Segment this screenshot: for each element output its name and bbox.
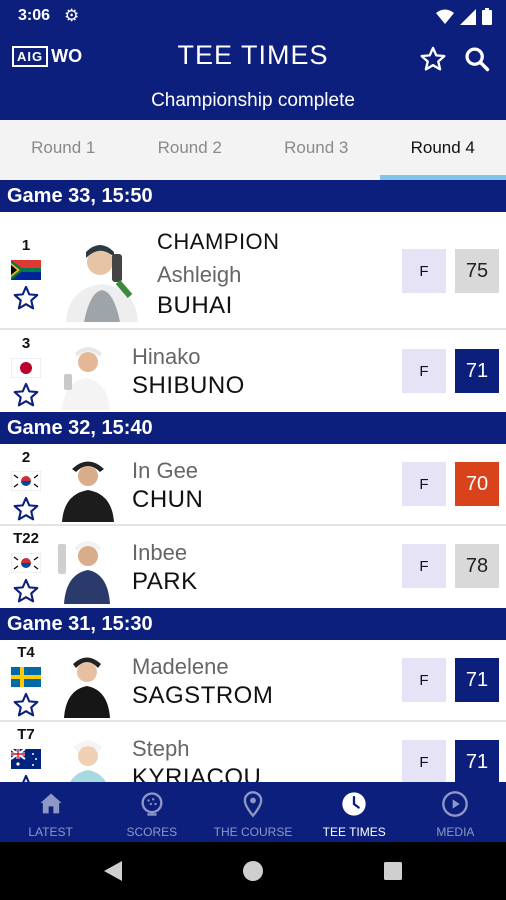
player-photo bbox=[62, 461, 114, 522]
nav-scores[interactable]: SCORES bbox=[101, 782, 202, 842]
nav-latest-label: LATEST bbox=[28, 825, 73, 839]
tab-round-4[interactable]: Round 4 bbox=[379, 120, 506, 180]
sweden-flag-icon bbox=[11, 667, 41, 687]
home-icon bbox=[40, 793, 62, 814]
favorite-star-icon[interactable] bbox=[12, 495, 40, 523]
player-position: T7 bbox=[17, 726, 35, 743]
player-first-name: Madelene bbox=[132, 654, 229, 679]
player-position: 3 bbox=[21, 335, 31, 352]
player-last-name: SHIBUNO bbox=[132, 372, 245, 399]
favorite-star-icon[interactable] bbox=[12, 284, 40, 312]
round-tabs: Round 1 Round 2 Round 3 Round 4 bbox=[0, 120, 506, 180]
signal-icon bbox=[460, 8, 476, 25]
japan-flag-icon bbox=[11, 358, 41, 378]
player-last-name: CHUN bbox=[132, 486, 204, 513]
favorite-star-icon[interactable] bbox=[12, 577, 40, 605]
favorite-star-icon[interactable] bbox=[12, 773, 40, 782]
round-status: F bbox=[402, 658, 446, 702]
australia-flag-icon bbox=[11, 749, 41, 769]
player-last-name: SAGSTROM bbox=[132, 682, 274, 709]
player-row[interactable]: 1 CHAMPION Ashleigh BUHAI F 75 bbox=[0, 212, 506, 330]
game-header: Game 32, 15:40 bbox=[0, 412, 506, 444]
player-photo bbox=[64, 657, 110, 718]
settings-gear-icon: ⚙ bbox=[64, 6, 80, 25]
status-time: 3:06 bbox=[18, 7, 51, 24]
app-header: AIG WO TEE TIMES Championship complete bbox=[0, 32, 506, 120]
wifi-icon bbox=[436, 9, 454, 24]
star-icon bbox=[420, 46, 446, 71]
round-score: 71 bbox=[455, 740, 499, 782]
favorite-button[interactable] bbox=[416, 42, 450, 76]
nav-the-course[interactable]: THE COURSE bbox=[202, 782, 303, 842]
south-korea-flag-icon bbox=[11, 471, 41, 491]
nav-tee-times[interactable]: TEE TIMES bbox=[304, 782, 405, 842]
location-pin-icon bbox=[243, 791, 263, 818]
player-first-name: Ashleigh bbox=[157, 262, 242, 287]
south-africa-flag-icon bbox=[11, 260, 41, 280]
nav-scores-label: SCORES bbox=[126, 825, 178, 839]
player-first-name: Hinako bbox=[132, 344, 201, 369]
round-status: F bbox=[402, 249, 446, 293]
player-photo bbox=[70, 740, 106, 782]
player-photo bbox=[66, 245, 138, 322]
player-photo bbox=[62, 347, 110, 410]
player-row[interactable]: T22 Inbee PARK F 78 bbox=[0, 526, 506, 608]
status-icons bbox=[436, 8, 492, 25]
round-score: 78 bbox=[455, 544, 499, 588]
player-row[interactable]: 3 Hinako SHIBUNO F 71 bbox=[0, 330, 506, 412]
champion-label: CHAMPION bbox=[157, 229, 280, 254]
player-row[interactable]: 2 In Gee CHUN F 70 bbox=[0, 444, 506, 526]
favorite-star-icon[interactable] bbox=[12, 691, 40, 719]
player-position: 1 bbox=[21, 237, 31, 254]
back-icon[interactable] bbox=[102, 859, 124, 883]
round-score: 71 bbox=[455, 658, 499, 702]
round-score: 75 bbox=[455, 249, 499, 293]
play-icon bbox=[442, 791, 469, 817]
clock-icon bbox=[342, 792, 366, 816]
player-last-name: KYRIACOU bbox=[132, 764, 262, 782]
nav-tee-times-label: TEE TIMES bbox=[322, 825, 386, 839]
player-photo bbox=[58, 541, 110, 604]
search-icon bbox=[465, 47, 490, 72]
nav-the-course-label: THE COURSE bbox=[213, 825, 293, 839]
round-status: F bbox=[402, 544, 446, 588]
player-first-name: Steph bbox=[132, 736, 190, 761]
player-first-name: Inbee bbox=[132, 540, 188, 565]
golf-ball-icon bbox=[141, 792, 163, 816]
player-first-name: In Gee bbox=[132, 458, 199, 483]
player-last-name: BUHAI bbox=[157, 292, 233, 319]
bottom-navigation: LATEST SCORES THE COURSE TEE TIMES MEDIA bbox=[0, 782, 506, 842]
player-last-name: PARK bbox=[132, 568, 198, 595]
player-row[interactable]: T4 Madelene SAGSTROM F 71 bbox=[0, 640, 506, 722]
nav-media-label: MEDIA bbox=[436, 825, 475, 839]
tab-round-1[interactable]: Round 1 bbox=[0, 120, 127, 180]
nav-latest[interactable]: LATEST bbox=[0, 782, 101, 842]
home-circle-icon[interactable] bbox=[242, 860, 264, 882]
round-status: F bbox=[402, 740, 446, 782]
player-position: 2 bbox=[21, 449, 31, 466]
status-bar: 3:06 ⚙ bbox=[0, 0, 506, 32]
tab-round-2[interactable]: Round 2 bbox=[127, 120, 254, 180]
south-korea-flag-icon bbox=[11, 553, 41, 573]
round-status: F bbox=[402, 462, 446, 506]
nav-media[interactable]: MEDIA bbox=[405, 782, 506, 842]
tab-round-3[interactable]: Round 3 bbox=[253, 120, 380, 180]
round-score: 70 bbox=[455, 462, 499, 506]
player-position: T22 bbox=[13, 530, 39, 547]
tee-times-list[interactable]: Game 33, 15:50 1 CHAMPION Ashleigh BUHAI… bbox=[0, 180, 506, 782]
player-position: T4 bbox=[17, 644, 35, 661]
favorite-star-icon[interactable] bbox=[12, 381, 40, 409]
game-header: Game 33, 15:50 bbox=[0, 180, 506, 212]
championship-status: Championship complete bbox=[151, 90, 355, 111]
round-status: F bbox=[402, 349, 446, 393]
game-header: Game 31, 15:30 bbox=[0, 608, 506, 640]
battery-icon bbox=[482, 8, 492, 25]
round-score: 71 bbox=[455, 349, 499, 393]
recents-icon[interactable] bbox=[382, 860, 404, 882]
system-navigation-bar bbox=[0, 842, 506, 900]
player-row[interactable]: T7 Steph KYRIACOU F 71 bbox=[0, 722, 506, 782]
search-button[interactable] bbox=[460, 42, 494, 76]
